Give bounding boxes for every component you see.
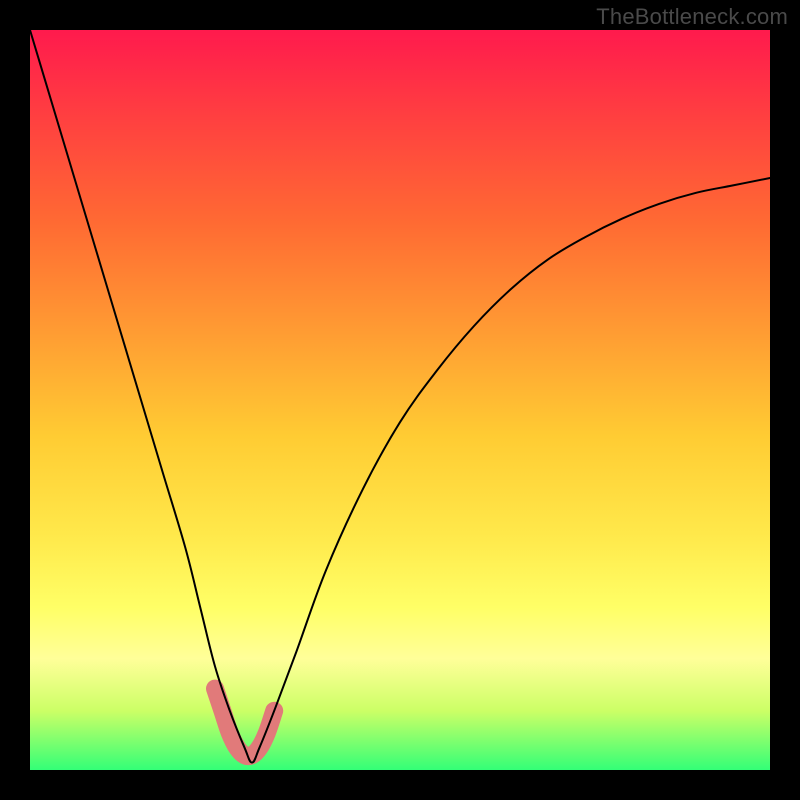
plot-area — [30, 30, 770, 770]
watermark-text: TheBottleneck.com — [596, 4, 788, 30]
curve-layer — [30, 30, 770, 770]
chart-frame: TheBottleneck.com — [0, 0, 800, 800]
bottleneck-curve — [30, 30, 770, 763]
